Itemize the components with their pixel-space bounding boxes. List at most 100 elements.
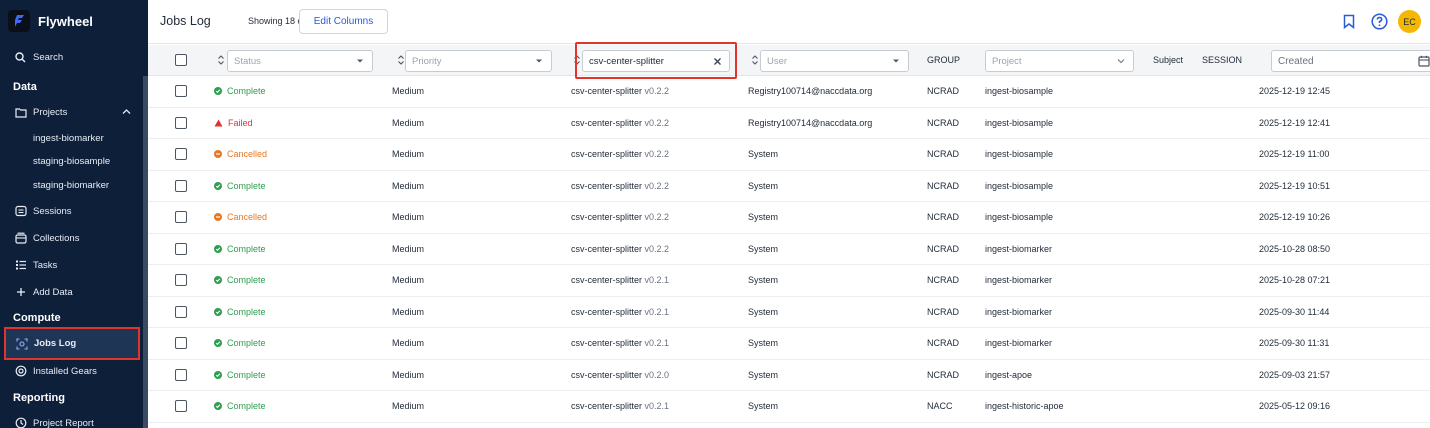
user-cell: System bbox=[748, 180, 779, 191]
project-cell[interactable]: ingest-biosample bbox=[985, 181, 1053, 191]
user-filter-select[interactable]: User bbox=[760, 50, 909, 72]
help-icon[interactable] bbox=[1370, 12, 1388, 30]
table-row[interactable]: Complete Medium csv-center-splitter v0.2.2… bbox=[148, 171, 1430, 202]
project-cell[interactable]: ingest-historic-apoe bbox=[985, 401, 1064, 411]
gear-cell[interactable]: csv-center-splitter v0.2.1 bbox=[571, 307, 669, 317]
gear-cell[interactable]: csv-center-splitter v0.2.2 bbox=[571, 181, 669, 191]
table-row[interactable]: Complete Medium csv-center-splitter v0.2.1… bbox=[148, 297, 1430, 328]
folder-icon bbox=[14, 106, 27, 119]
row-checkbox[interactable] bbox=[175, 116, 187, 129]
table-row[interactable]: Cancelled Medium csv-center-splitter v0.2.… bbox=[148, 139, 1430, 171]
project-cell[interactable]: ingest-biomarker bbox=[985, 244, 1052, 254]
project-cell[interactable]: ingest-biosample bbox=[985, 212, 1053, 222]
gear-cell[interactable]: csv-center-splitter v0.2.2 bbox=[571, 212, 669, 222]
row-checkbox[interactable] bbox=[175, 368, 187, 381]
gear-cell[interactable]: csv-center-splitter v0.2.1 bbox=[571, 275, 669, 285]
calendar-icon[interactable] bbox=[1418, 55, 1430, 70]
status-label: Cancelled bbox=[227, 149, 268, 159]
sort-icon[interactable] bbox=[397, 54, 405, 66]
project-cell[interactable]: ingest-apoe bbox=[985, 370, 1032, 380]
column-header-group[interactable]: GROUP bbox=[927, 55, 960, 65]
user-cell: Registry100714@naccdata.org bbox=[748, 86, 873, 96]
bookmark-icon[interactable] bbox=[1340, 12, 1358, 30]
sidebar-subitem-project[interactable]: ingest-biomarker bbox=[33, 128, 104, 148]
gear-cell[interactable]: csv-center-splitter v0.2.1 bbox=[571, 338, 669, 348]
collections-icon bbox=[14, 232, 27, 245]
sidebar-item-sessions[interactable]: Sessions bbox=[0, 199, 143, 223]
gear-cell[interactable]: csv-center-splitter v0.2.2 bbox=[571, 244, 669, 254]
sort-icon[interactable] bbox=[217, 54, 225, 66]
project-cell[interactable]: ingest-biomarker bbox=[985, 307, 1052, 317]
project-cell[interactable]: ingest-biomarker bbox=[985, 338, 1052, 348]
gear-cell[interactable]: csv-center-splitter v0.2.1 bbox=[571, 401, 669, 411]
gear-cell[interactable]: csv-center-splitter v0.2.2 bbox=[571, 149, 669, 159]
gear-name: csv-center-splitter bbox=[571, 180, 643, 191]
project-cell[interactable]: ingest-biosample bbox=[985, 118, 1053, 128]
check-circle-icon bbox=[214, 87, 222, 95]
gear-cell[interactable]: csv-center-splitter v0.2.0 bbox=[571, 370, 669, 380]
sidebar-item-add-data[interactable]: Add Data bbox=[0, 280, 143, 304]
column-header-subject[interactable]: Subject bbox=[1153, 55, 1183, 65]
sidebar-item-projects[interactable]: Projects bbox=[0, 100, 143, 124]
created-filter-input[interactable]: Created bbox=[1271, 50, 1430, 72]
priority-filter-select[interactable]: Priority bbox=[405, 50, 552, 72]
gear-version: v0.2.2 bbox=[644, 117, 670, 128]
brand-name: Flywheel bbox=[38, 13, 93, 29]
table-row[interactable]: Complete Medium csv-center-splitter v0.2.2… bbox=[148, 234, 1430, 265]
row-checkbox[interactable] bbox=[175, 148, 187, 160]
gear-cell[interactable]: csv-center-splitter v0.2.2 bbox=[571, 86, 669, 96]
status-cell: Failed bbox=[214, 118, 253, 128]
gear-version: v0.2.1 bbox=[644, 338, 670, 348]
row-checkbox[interactable] bbox=[175, 400, 187, 412]
priority-cell: Medium bbox=[392, 275, 425, 285]
project-filter-select[interactable]: Project bbox=[985, 50, 1134, 72]
table-row[interactable]: Complete Medium csv-center-splitter v0.2.1… bbox=[148, 265, 1430, 297]
row-checkbox[interactable] bbox=[175, 274, 187, 286]
edit-columns-button[interactable]: Edit Columns bbox=[299, 9, 388, 34]
row-checkbox[interactable] bbox=[175, 337, 187, 349]
select-all-checkbox[interactable] bbox=[175, 54, 187, 66]
row-checkbox[interactable] bbox=[175, 242, 187, 255]
project-cell[interactable]: ingest-biomarker bbox=[985, 275, 1052, 285]
sort-icon[interactable] bbox=[751, 54, 759, 66]
warning-triangle-icon bbox=[214, 119, 223, 127]
status-cell: Complete bbox=[214, 307, 266, 317]
sidebar-item-jobs-log[interactable]: Jobs Log bbox=[4, 327, 140, 360]
sidebar-item-collections[interactable]: Collections bbox=[0, 226, 143, 250]
user-cell: System bbox=[748, 338, 779, 348]
chevron-up-icon[interactable] bbox=[122, 107, 131, 118]
gear-icon bbox=[14, 365, 27, 378]
user-cell: System bbox=[748, 369, 779, 380]
sidebar-item-tasks[interactable]: Tasks bbox=[0, 253, 143, 277]
created-cell: 2025-12-19 10:51 bbox=[1259, 180, 1331, 191]
brand[interactable]: Flywheel bbox=[8, 9, 93, 33]
table-row[interactable]: Complete Medium csv-center-splitter v0.2.1… bbox=[148, 328, 1430, 360]
sidebar-item-label: Jobs Log bbox=[34, 338, 77, 349]
sessions-icon bbox=[14, 205, 27, 218]
table-row[interactable]: Complete Medium csv-center-splitter v0.2.0… bbox=[148, 360, 1430, 391]
sidebar-item-search[interactable]: Search bbox=[0, 45, 143, 69]
row-checkbox[interactable] bbox=[175, 211, 187, 223]
sidebar-item-project-report[interactable]: Project Report bbox=[0, 411, 143, 428]
row-checkbox[interactable] bbox=[175, 179, 187, 192]
avatar[interactable]: EC bbox=[1398, 10, 1421, 33]
gear-cell[interactable]: csv-center-splitter v0.2.2 bbox=[571, 118, 669, 128]
table-row[interactable]: Failed Medium csv-center-splitter v0.2.2 Re… bbox=[148, 108, 1430, 139]
sidebar-subitem-project[interactable]: staging-biosample bbox=[33, 151, 110, 171]
flywheel-logo-icon bbox=[8, 10, 30, 32]
table-row[interactable]: Complete Medium csv-center-splitter v0.2.1… bbox=[148, 391, 1430, 423]
table-row[interactable]: Cancelled Medium csv-center-splitter v0.2.… bbox=[148, 202, 1430, 234]
sidebar-item-label: Collections bbox=[33, 232, 80, 244]
created-cell: 2025-09-30 11:44 bbox=[1259, 306, 1330, 317]
status-label: Failed bbox=[228, 117, 253, 128]
project-cell[interactable]: ingest-biosample bbox=[985, 149, 1053, 159]
group-cell: NCRAD bbox=[927, 369, 960, 380]
row-checkbox[interactable] bbox=[175, 85, 187, 97]
project-cell[interactable]: ingest-biosample bbox=[985, 86, 1053, 96]
sidebar-item-installed-gears[interactable]: Installed Gears bbox=[0, 359, 143, 383]
status-filter-select[interactable]: Status bbox=[227, 50, 373, 72]
column-header-session[interactable]: SESSION bbox=[1202, 55, 1242, 65]
row-checkbox[interactable] bbox=[175, 305, 187, 318]
table-row[interactable]: Complete Medium csv-center-splitter v0.2.2… bbox=[148, 76, 1430, 108]
sidebar-subitem-project[interactable]: staging-biomarker bbox=[33, 175, 109, 195]
